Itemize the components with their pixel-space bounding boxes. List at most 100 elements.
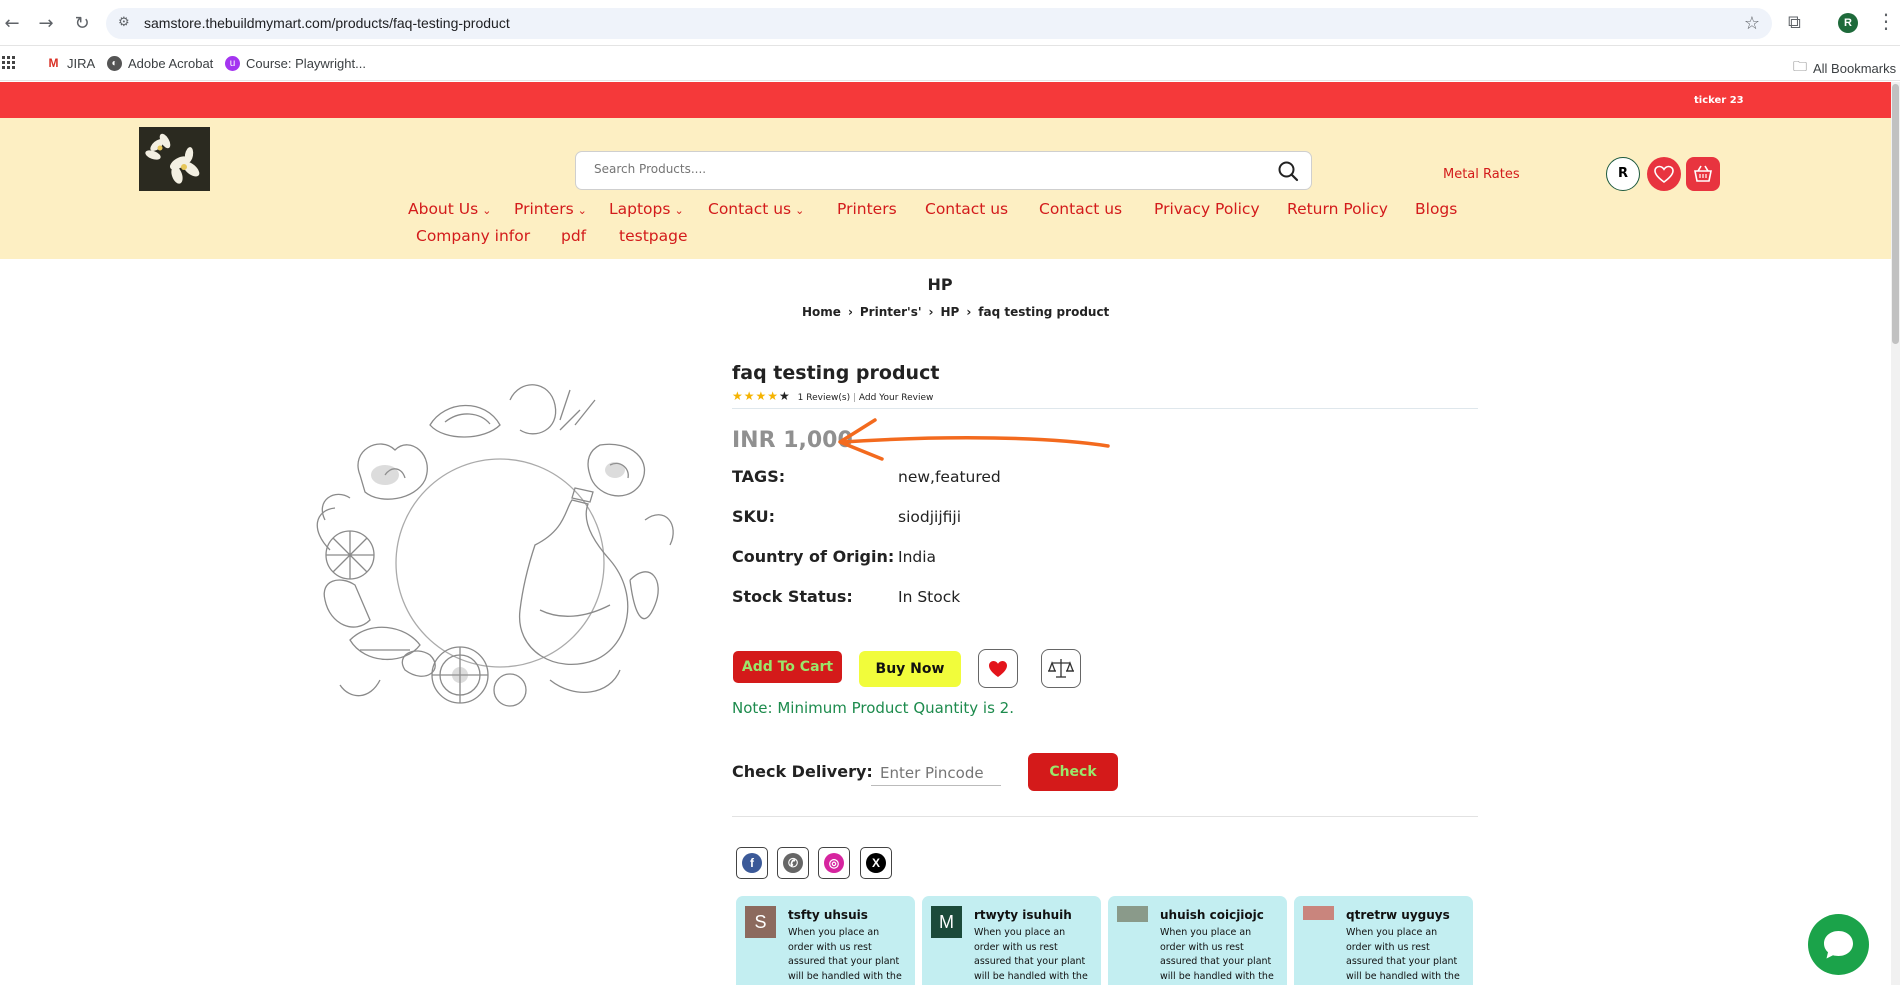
bookmark-adobe-acrobat[interactable]: ◐ Adobe Acrobat [107,56,213,71]
reviewer-avatar [1303,906,1334,920]
nav-contact-us[interactable]: Contact us [925,200,1008,218]
review-card: S tsfty uhsuis When you place an order w… [736,896,915,985]
bookmark-label: Adobe Acrobat [128,56,214,71]
reviewer-name: rtwyty isuhuih [974,908,1072,922]
reviewer-avatar [1117,906,1148,922]
cart-button[interactable] [1686,157,1720,191]
divider [732,816,1478,817]
bookmark-jira[interactable]: M JIRA [46,56,95,71]
share-instagram-button[interactable]: ◎ [818,847,850,879]
reviewer-avatar: M [931,906,962,938]
chevron-down-icon: ⌄ [482,204,492,217]
browser-profile-avatar[interactable]: R [1838,13,1858,33]
facebook-icon: f [742,853,762,873]
search-icon[interactable] [1277,160,1299,182]
scrollbar-thumb[interactable] [1892,84,1899,344]
chevron-down-icon: ⌄ [577,204,587,217]
attr-stock-value: In Stock [898,588,961,606]
page-title: HP [927,275,953,294]
min-quantity-note: Note: Minimum Product Quantity is 2. [732,699,1014,717]
nav-laptops-dropdown[interactable]: Laptops ⌄ [609,200,684,218]
buy-now-button[interactable]: Buy Now [859,651,961,687]
review-card: M rtwyty isuhuih When you place an order… [922,896,1101,985]
breadcrumb-separator-icon: › [966,305,972,319]
add-to-cart-button[interactable]: Add To Cart [733,651,842,683]
chat-widget-button[interactable] [1808,914,1869,975]
check-delivery-button[interactable]: Check [1028,753,1118,791]
instagram-icon: ◎ [824,853,844,873]
user-account-button[interactable]: R [1606,157,1640,191]
nav-label: Return Policy [1287,200,1388,218]
nav-company-infor[interactable]: Company infor [416,227,530,245]
attr-origin-label: Country of Origin: [732,547,895,566]
nav-about-us[interactable]: About Us ⌄ [408,200,491,218]
apps-grid-icon[interactable] [2,56,16,70]
bookmark-course-playwright[interactable]: u Course: Playwright... [225,56,366,71]
pincode-input[interactable] [871,760,1001,786]
nav-label: Privacy Policy [1154,200,1260,218]
attr-sku-value: siodjijfiji [898,508,961,526]
nav-label: Contact us [925,200,1009,218]
nav-contact-us-2[interactable]: Contact us [1039,200,1122,218]
x-icon: X [866,853,886,873]
wishlist-button[interactable] [1647,157,1681,191]
breadcrumb-home[interactable]: Home [802,305,841,319]
forward-icon[interactable]: → [34,12,58,36]
nav-contact-us-dropdown[interactable]: Contact us ⌄ [708,200,804,218]
nav-printers[interactable]: Printers [837,200,897,218]
product-title: faq testing product [732,362,940,384]
reload-icon[interactable]: ↻ [70,12,94,36]
nav-blogs[interactable]: Blogs [1415,200,1457,218]
compare-button[interactable] [1041,649,1081,688]
review-count[interactable]: 1 Review(s) [798,393,850,403]
add-to-wishlist-button[interactable] [978,649,1018,688]
product-image[interactable] [310,380,690,740]
bookmark-star-icon[interactable]: ☆ [1744,13,1760,34]
check-delivery-label: Check Delivery: [732,762,873,781]
search-input[interactable] [594,162,1234,176]
site-logo[interactable] [139,127,210,191]
back-icon[interactable]: ← [0,12,24,36]
gmail-icon: M [46,56,61,71]
globe-icon: ◐ [107,56,122,71]
add-review-link[interactable]: Add Your Review [859,393,933,403]
nav-testpage[interactable]: testpage [619,227,687,245]
bookmarks-bar: M JIRA ◐ Adobe Acrobat u Course: Playwri… [0,47,1900,81]
review-text: When you place an order with us rest ass… [788,927,902,982]
breadcrumb-hp[interactable]: HP [941,305,960,319]
breadcrumb-printers[interactable]: Printer's' [860,305,922,319]
site-info-icon[interactable]: ⚙ [118,14,136,32]
attr-tags-value: new,featured [898,468,1001,486]
nav-pdf[interactable]: pdf [561,227,586,245]
browser-toolbar: ← → ↻ ⚙ samstore.thebuildmymart.com/prod… [0,0,1900,46]
review-text: When you place an order with us rest ass… [1160,927,1274,982]
address-bar[interactable]: ⚙ samstore.thebuildmymart.com/products/f… [106,8,1772,39]
page-scrollbar[interactable] [1891,82,1900,985]
product-search[interactable] [575,151,1312,190]
scale-compare-icon [1048,659,1074,678]
nav-label: Contact us [1039,200,1123,218]
metal-rates-link[interactable]: Metal Rates [1443,167,1520,182]
nav-label: Laptops [609,200,671,218]
bookmark-label: JIRA [67,56,96,71]
review-text: When you place an order with us rest ass… [1346,927,1460,982]
star-rating-icon: ★★★★★ [732,389,791,403]
chat-bubble-icon [1824,931,1853,959]
review-card: uhuish coicjiojc When you place an order… [1108,896,1287,985]
chevron-down-icon: ⌄ [674,204,684,217]
share-facebook-button[interactable]: f [736,847,768,879]
nav-label: Printers [837,200,897,218]
heart-icon [1654,165,1674,183]
nav-printers-dropdown[interactable]: Printers ⌄ [514,200,587,218]
heart-icon [989,661,1007,677]
share-whatsapp-button[interactable]: ✆ [777,847,809,879]
reviewer-name: tsfty uhsuis [788,908,868,922]
share-x-button[interactable]: X [860,847,892,879]
extensions-icon[interactable]: ⧉ [1788,12,1801,33]
all-bookmarks[interactable]: 🗀 All Bookmarks [1793,56,1896,80]
url-text[interactable]: samstore.thebuildmymart.com/products/faq… [144,15,510,31]
nav-privacy-policy[interactable]: Privacy Policy [1154,200,1260,218]
nav-return-policy[interactable]: Return Policy [1287,200,1388,218]
divider [732,408,1478,409]
browser-menu-icon[interactable]: ⋮ [1876,10,1896,32]
